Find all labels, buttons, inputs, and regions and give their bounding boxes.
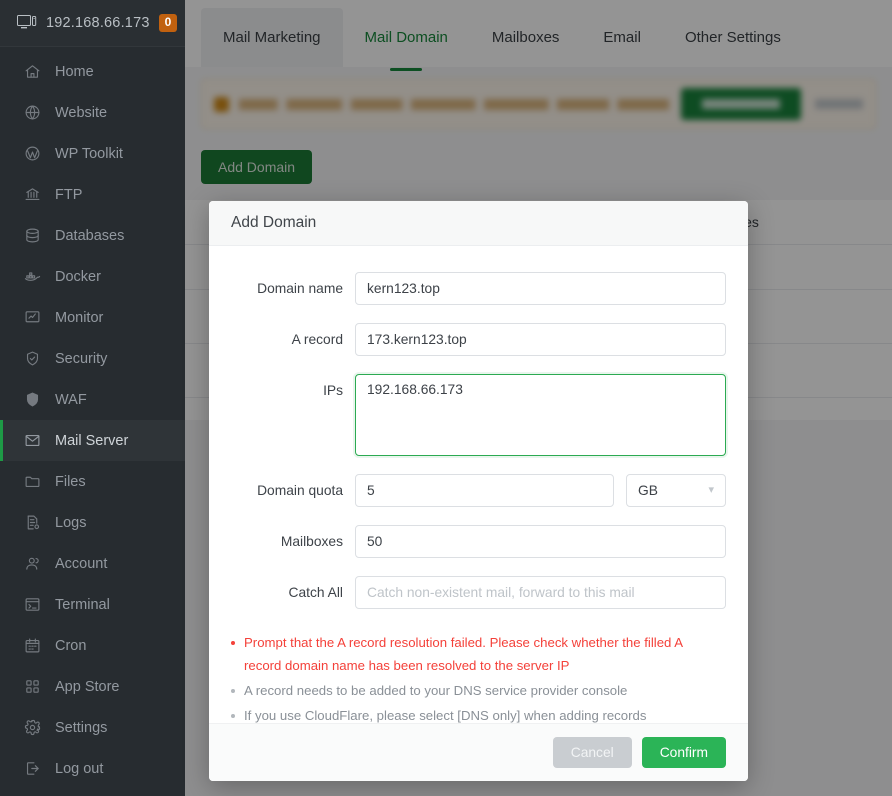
- shield-check-icon: [22, 349, 42, 369]
- dialog-body: Domain name A record IPs Domain quota: [209, 246, 748, 723]
- dialog-hints: Prompt that the A record resolution fail…: [209, 627, 748, 723]
- sidebar-item-ftp[interactable]: FTP: [0, 174, 185, 215]
- sidebar-item-label: Logs: [55, 515, 86, 531]
- ftp-icon: [22, 185, 42, 205]
- field-row-mailboxes: Mailboxes: [209, 525, 748, 558]
- sidebar-item-app-store[interactable]: App Store: [0, 666, 185, 707]
- hint-text: If you use CloudFlare, please select [DN…: [244, 704, 646, 723]
- gear-icon: [22, 718, 42, 738]
- logs-icon: [22, 513, 42, 533]
- sidebar-item-label: Website: [55, 105, 107, 121]
- sidebar-item-label: Docker: [55, 269, 101, 285]
- sidebar-item-account[interactable]: Account: [0, 543, 185, 584]
- quota-unit-select[interactable]: GB ▾: [626, 474, 726, 507]
- sidebar-item-mail-server[interactable]: Mail Server: [0, 420, 185, 461]
- label-ips: IPs: [209, 374, 355, 407]
- sidebar-item-wp-toolkit[interactable]: WP Toolkit: [0, 133, 185, 174]
- database-icon: [22, 226, 42, 246]
- monitor-icon: [17, 15, 37, 31]
- sidebar-item-label: Databases: [55, 228, 124, 244]
- sidebar-item-label: App Store: [55, 679, 120, 695]
- dialog-title: Add Domain: [231, 214, 316, 232]
- confirm-button[interactable]: Confirm: [642, 737, 726, 768]
- sidebar-item-monitor[interactable]: Monitor: [0, 297, 185, 338]
- sidebar-item-label: Cron: [55, 638, 86, 654]
- folder-icon: [22, 472, 42, 492]
- hint-text: A record needs to be added to your DNS s…: [244, 679, 627, 702]
- sidebar-item-label: Home: [55, 64, 94, 80]
- dialog-footer: Cancel Confirm: [209, 723, 748, 781]
- bullet-icon: [231, 689, 235, 693]
- sidebar-item-waf[interactable]: WAF: [0, 379, 185, 420]
- sidebar-item-label: Terminal: [55, 597, 110, 613]
- user-icon: [22, 554, 42, 574]
- sidebar-item-terminal[interactable]: Terminal: [0, 584, 185, 625]
- app-root: 192.168.66.173 0 Home Website WP Toolkit FT…: [0, 0, 892, 796]
- sidebar-item-files[interactable]: Files: [0, 461, 185, 502]
- field-row-a-record: A record: [209, 323, 748, 356]
- label-mailboxes: Mailboxes: [209, 525, 355, 558]
- monitor-icon: [22, 308, 42, 328]
- hint-item: If you use CloudFlare, please select [DN…: [231, 704, 722, 723]
- sidebar-server-ip: 192.168.66.173: [46, 15, 150, 31]
- sidebar: 192.168.66.173 0 Home Website WP Toolkit FT…: [0, 0, 185, 796]
- shield-icon: [22, 390, 42, 410]
- domain-quota-input[interactable]: [355, 474, 614, 507]
- label-domain-quota: Domain quota: [209, 474, 355, 507]
- sidebar-server-header[interactable]: 192.168.66.173 0: [0, 0, 185, 47]
- globe-icon: [22, 103, 42, 123]
- catch-all-input[interactable]: [355, 576, 726, 609]
- calendar-icon: [22, 636, 42, 656]
- field-row-catch-all: Catch All: [209, 576, 748, 609]
- sidebar-nav: Home Website WP Toolkit FTP Databases Docker M…: [0, 47, 185, 789]
- sidebar-item-website[interactable]: Website: [0, 92, 185, 133]
- field-row-domain-quota: Domain quota GB ▾: [209, 474, 748, 507]
- sidebar-item-settings[interactable]: Settings: [0, 707, 185, 748]
- add-domain-dialog: Add Domain Domain name A record IPs: [209, 201, 748, 781]
- sidebar-item-home[interactable]: Home: [0, 51, 185, 92]
- terminal-icon: [22, 595, 42, 615]
- grid-icon: [22, 677, 42, 697]
- sidebar-item-cron[interactable]: Cron: [0, 625, 185, 666]
- sidebar-notification-badge[interactable]: 0: [159, 14, 178, 32]
- hint-item: A record needs to be added to your DNS s…: [231, 679, 722, 702]
- sidebar-item-label: Log out: [55, 761, 103, 777]
- dialog-header: Add Domain: [209, 201, 748, 246]
- label-domain-name: Domain name: [209, 272, 355, 305]
- chevron-down-icon: ▾: [708, 485, 714, 496]
- sidebar-item-security[interactable]: Security: [0, 338, 185, 379]
- sidebar-item-label: Account: [55, 556, 107, 572]
- bullet-icon: [231, 714, 235, 718]
- domain-name-input[interactable]: [355, 272, 726, 305]
- field-row-ips: IPs: [209, 374, 748, 456]
- label-a-record: A record: [209, 323, 355, 356]
- sidebar-item-label: FTP: [55, 187, 82, 203]
- sidebar-item-databases[interactable]: Databases: [0, 215, 185, 256]
- cancel-button[interactable]: Cancel: [553, 737, 632, 768]
- sidebar-item-label: Security: [55, 351, 107, 367]
- envelope-icon: [22, 431, 42, 451]
- label-catch-all: Catch All: [209, 576, 355, 609]
- sidebar-item-label: Mail Server: [55, 433, 128, 449]
- sidebar-item-label: WAF: [55, 392, 87, 408]
- hint-text: Prompt that the A record resolution fail…: [244, 631, 722, 677]
- quota-unit-value: GB: [638, 483, 658, 498]
- bullet-icon: [231, 641, 235, 645]
- sidebar-item-log-out[interactable]: Log out: [0, 748, 185, 789]
- sidebar-item-logs[interactable]: Logs: [0, 502, 185, 543]
- field-row-domain-name: Domain name: [209, 272, 748, 305]
- logout-icon: [22, 759, 42, 779]
- wordpress-icon: [22, 144, 42, 164]
- mailboxes-input[interactable]: [355, 525, 726, 558]
- docker-icon: [22, 267, 42, 287]
- sidebar-item-label: Monitor: [55, 310, 103, 326]
- ips-textarea[interactable]: [355, 374, 726, 456]
- sidebar-item-label: Settings: [55, 720, 107, 736]
- a-record-input[interactable]: [355, 323, 726, 356]
- home-icon: [22, 62, 42, 82]
- sidebar-item-docker[interactable]: Docker: [0, 256, 185, 297]
- sidebar-item-label: Files: [55, 474, 86, 490]
- hint-error: Prompt that the A record resolution fail…: [231, 631, 722, 677]
- sidebar-item-label: WP Toolkit: [55, 146, 123, 162]
